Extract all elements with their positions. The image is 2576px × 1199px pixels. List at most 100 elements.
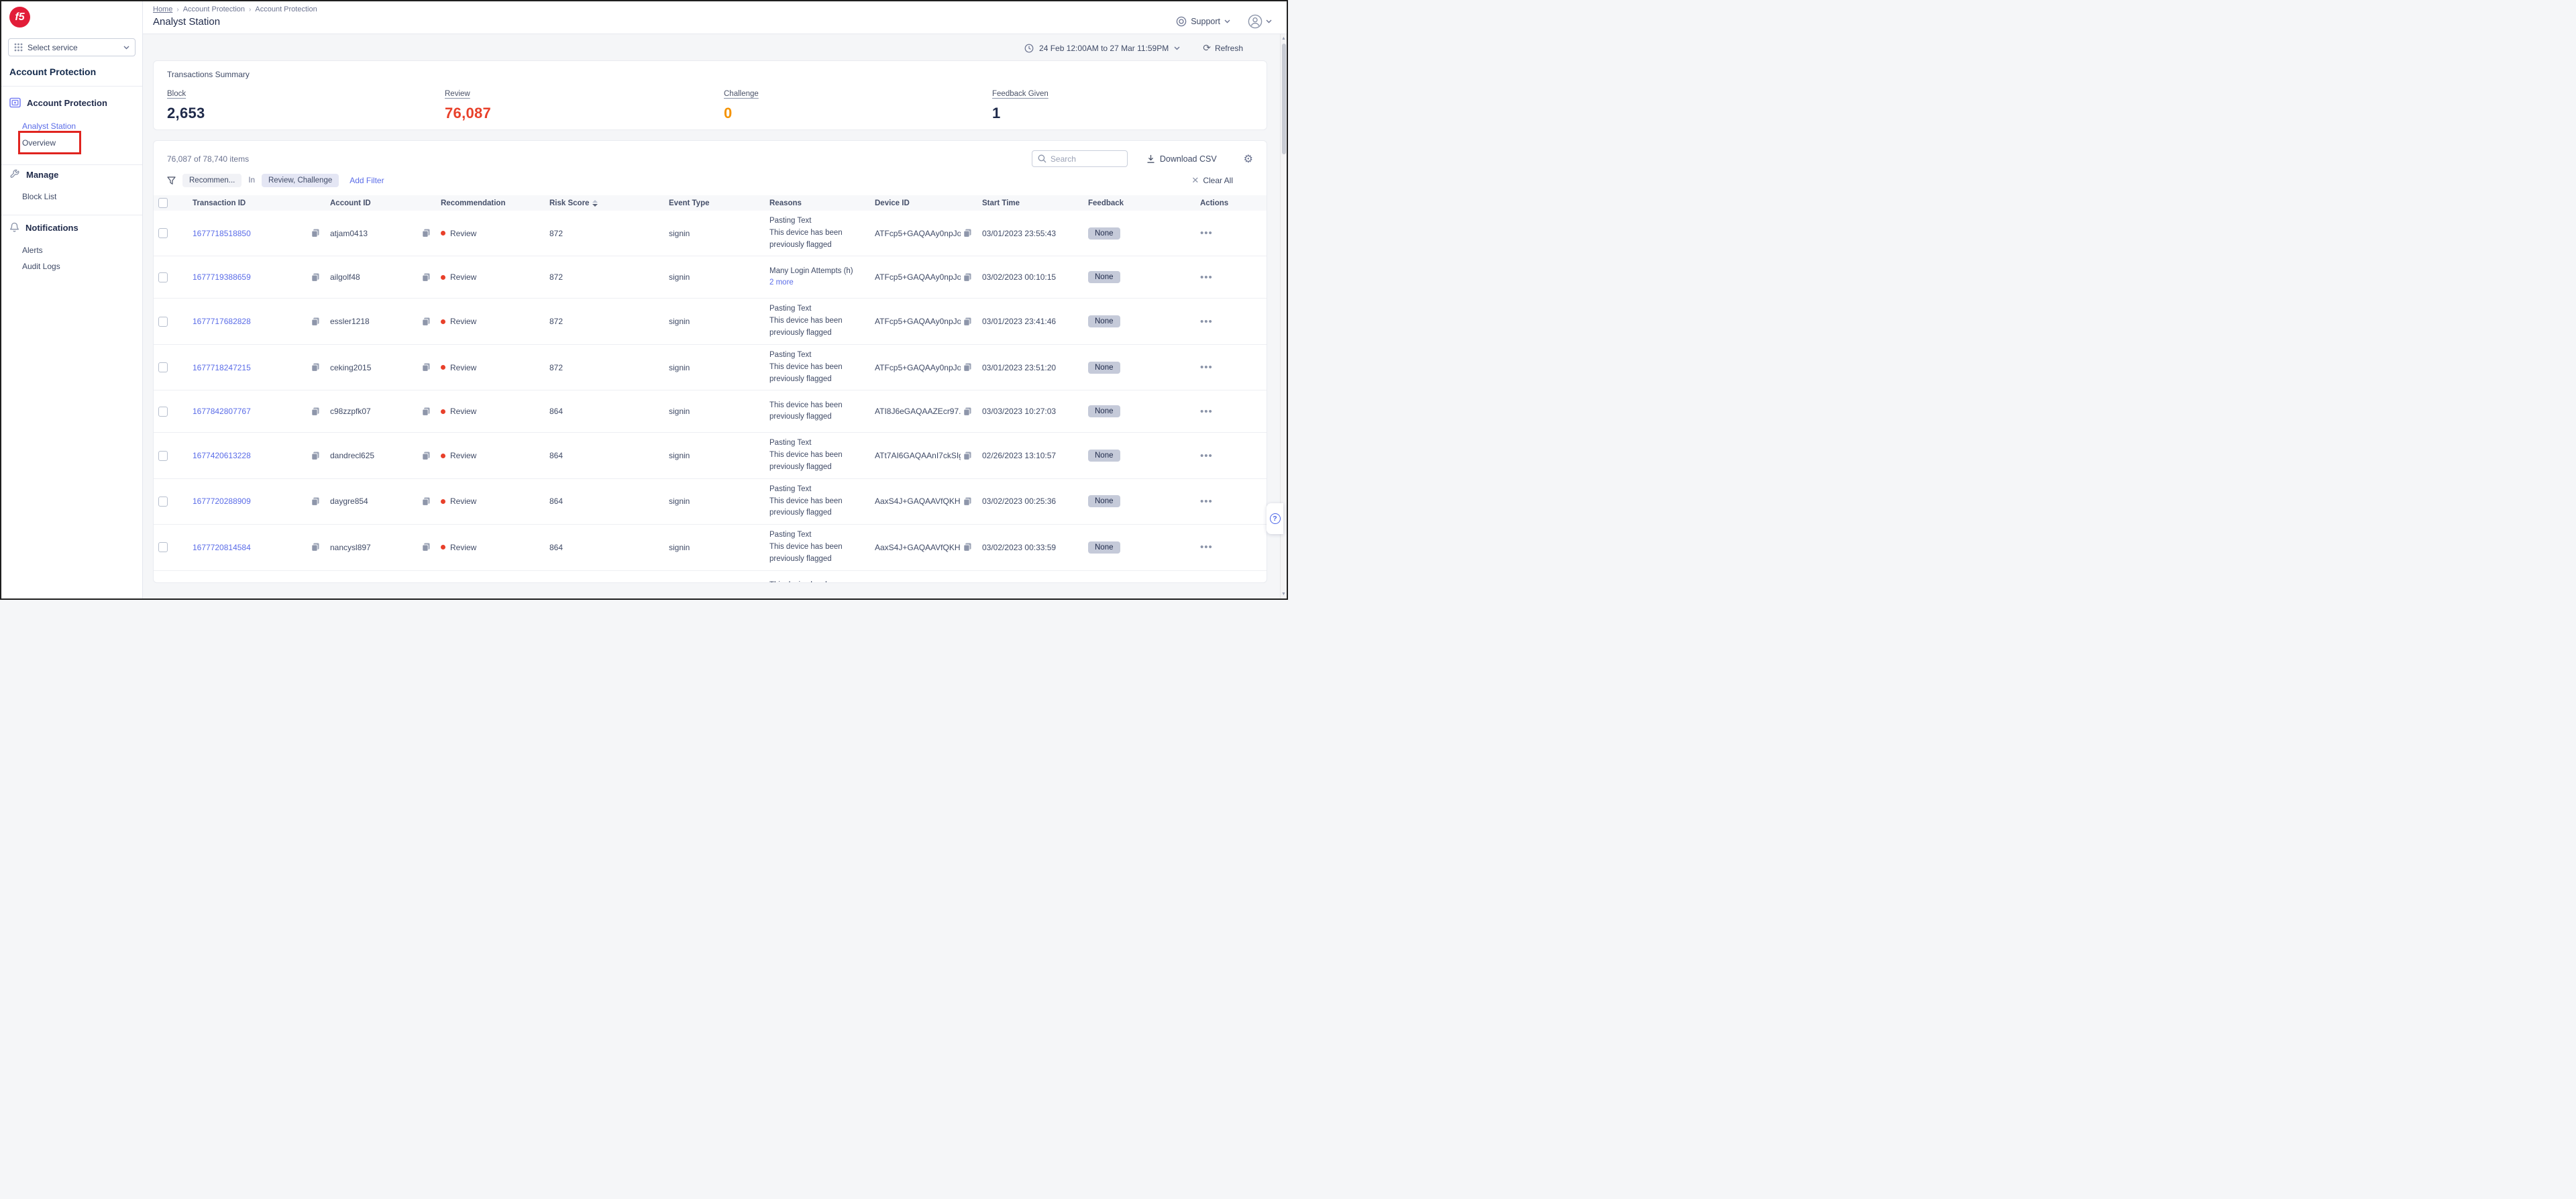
start-time: 03/02/2023 00:33:59 <box>982 543 1088 552</box>
sidebar-section-manage[interactable]: Manage <box>9 169 58 180</box>
col-risk-score[interactable]: Risk Score <box>549 199 669 207</box>
copy-icon[interactable] <box>422 497 430 506</box>
chevron-down-icon[interactable] <box>1174 46 1180 50</box>
copy-icon[interactable] <box>311 407 319 416</box>
transaction-id-link[interactable]: 1677718518850 <box>193 229 251 238</box>
row-actions-menu[interactable]: ••• <box>1200 362 1213 373</box>
copy-icon[interactable] <box>422 273 430 282</box>
scroll-up-arrow[interactable]: ▲ <box>1281 36 1286 41</box>
row-actions-menu[interactable]: ••• <box>1200 272 1213 283</box>
scroll-down-arrow[interactable]: ▼ <box>1281 592 1286 596</box>
sidebar-item-audit-logs[interactable]: Audit Logs <box>22 262 60 271</box>
recommendation-label: Review <box>450 317 476 326</box>
help-button[interactable]: ? <box>1267 503 1283 534</box>
metric-review-link[interactable]: Review <box>445 90 470 98</box>
filter-field-chip[interactable]: Recommen... <box>182 174 241 187</box>
row-checkbox[interactable] <box>158 317 168 327</box>
copy-icon[interactable] <box>311 497 319 506</box>
metric-review-value: 76,087 <box>445 105 724 122</box>
copy-icon[interactable] <box>963 452 971 460</box>
select-all-checkbox[interactable] <box>158 198 168 208</box>
col-feedback[interactable]: Feedback <box>1088 199 1200 207</box>
copy-icon[interactable] <box>311 363 319 372</box>
row-checkbox[interactable] <box>158 272 168 282</box>
copy-icon[interactable] <box>311 317 319 326</box>
col-transaction-id[interactable]: Transaction ID <box>193 199 330 207</box>
copy-icon[interactable] <box>422 452 430 460</box>
more-reasons-link[interactable]: 2 more <box>769 277 868 289</box>
copy-icon[interactable] <box>311 452 319 460</box>
breadcrumb: Home › Account Protection › Account Prot… <box>153 5 317 13</box>
date-range-selector[interactable]: 24 Feb 12:00AM to 27 Mar 11:59PM <box>1039 44 1169 53</box>
transaction-id-link[interactable]: 1677720288909 <box>193 497 251 506</box>
sidebar-item-analyst-station[interactable]: Analyst Station <box>22 121 76 131</box>
copy-icon[interactable] <box>963 543 971 552</box>
row-actions-menu[interactable]: ••• <box>1200 316 1213 327</box>
copy-icon[interactable] <box>963 229 971 238</box>
copy-icon[interactable] <box>422 317 430 326</box>
col-account-id[interactable]: Account ID <box>330 199 441 207</box>
row-actions-menu[interactable]: ••• <box>1200 450 1213 462</box>
col-start-time[interactable]: Start Time <box>982 199 1088 207</box>
service-selector[interactable]: Select service <box>8 38 136 56</box>
user-menu[interactable] <box>1248 14 1272 29</box>
col-recommendation[interactable]: Recommendation <box>441 199 549 207</box>
sidebar-item-alerts[interactable]: Alerts <box>22 246 43 255</box>
breadcrumb-item[interactable]: Account Protection <box>183 5 245 13</box>
copy-icon[interactable] <box>963 407 971 416</box>
row-actions-menu[interactable]: ••• <box>1200 541 1213 553</box>
col-event-type[interactable]: Event Type <box>669 199 769 207</box>
copy-icon[interactable] <box>422 363 430 372</box>
row-checkbox[interactable] <box>158 497 168 507</box>
breadcrumb-home-link[interactable]: Home <box>153 5 172 13</box>
metric-feedback-link[interactable]: Feedback Given <box>992 90 1049 98</box>
col-device-id[interactable]: Device ID <box>875 199 982 207</box>
device-id: ATI8J6eGAQAAZEcr97... <box>875 407 961 416</box>
row-checkbox[interactable] <box>158 451 168 461</box>
table-settings-gear-icon[interactable]: ⚙ <box>1244 152 1253 166</box>
event-type: signin <box>669 229 769 238</box>
metric-feedback-given: Feedback Given 1 <box>992 87 1253 122</box>
col-reasons[interactable]: Reasons <box>769 199 875 207</box>
copy-icon[interactable] <box>422 229 430 238</box>
row-checkbox[interactable] <box>158 407 168 417</box>
sidebar-section-notifications[interactable]: Notifications <box>9 222 78 233</box>
transaction-id-link[interactable]: 1677720814584 <box>193 543 251 552</box>
scrollbar-thumb[interactable] <box>1282 44 1286 154</box>
chevron-down-icon <box>1224 19 1230 23</box>
recommendation-label: Review <box>450 451 476 460</box>
transaction-id-link[interactable]: 1677718247215 <box>193 363 251 372</box>
row-checkbox[interactable] <box>158 542 168 552</box>
search-input[interactable] <box>1051 154 1122 164</box>
transaction-id-link[interactable]: 1677420613228 <box>193 451 251 460</box>
metric-block-link[interactable]: Block <box>167 90 186 98</box>
sidebar-item-block-list[interactable]: Block List <box>22 192 56 201</box>
copy-icon[interactable] <box>963 273 971 282</box>
event-type: signin <box>669 272 769 282</box>
copy-icon[interactable] <box>311 229 319 238</box>
refresh-button[interactable]: ⟳ Refresh <box>1203 42 1243 54</box>
copy-icon[interactable] <box>963 317 971 326</box>
copy-icon[interactable] <box>963 363 971 372</box>
sidebar-section-account-protection[interactable]: Account Protection <box>9 97 107 109</box>
metric-challenge-link[interactable]: Challenge <box>724 90 759 98</box>
row-actions-menu[interactable]: ••• <box>1200 406 1213 417</box>
transaction-id-link[interactable]: 1677842807767 <box>193 407 251 416</box>
table-row: 1677420613228 dandrecl625 Review 864 sig… <box>154 433 1267 478</box>
copy-icon[interactable] <box>311 273 319 282</box>
copy-icon[interactable] <box>311 543 319 552</box>
row-actions-menu[interactable]: ••• <box>1200 227 1213 239</box>
filter-value-chip[interactable]: Review, Challenge <box>262 174 339 187</box>
row-checkbox[interactable] <box>158 228 168 238</box>
transaction-id-link[interactable]: 1677717682828 <box>193 317 251 326</box>
add-filter-link[interactable]: Add Filter <box>350 176 384 185</box>
download-csv-button[interactable]: Download CSV <box>1146 154 1217 164</box>
row-actions-menu[interactable]: ••• <box>1200 496 1213 507</box>
support-menu[interactable]: Support <box>1176 16 1230 27</box>
copy-icon[interactable] <box>422 407 430 416</box>
transaction-id-link[interactable]: 1677719388659 <box>193 272 251 282</box>
copy-icon[interactable] <box>963 497 971 506</box>
row-checkbox[interactable] <box>158 362 168 372</box>
clear-all-button[interactable]: ✕ Clear All <box>1191 175 1233 186</box>
copy-icon[interactable] <box>422 543 430 552</box>
